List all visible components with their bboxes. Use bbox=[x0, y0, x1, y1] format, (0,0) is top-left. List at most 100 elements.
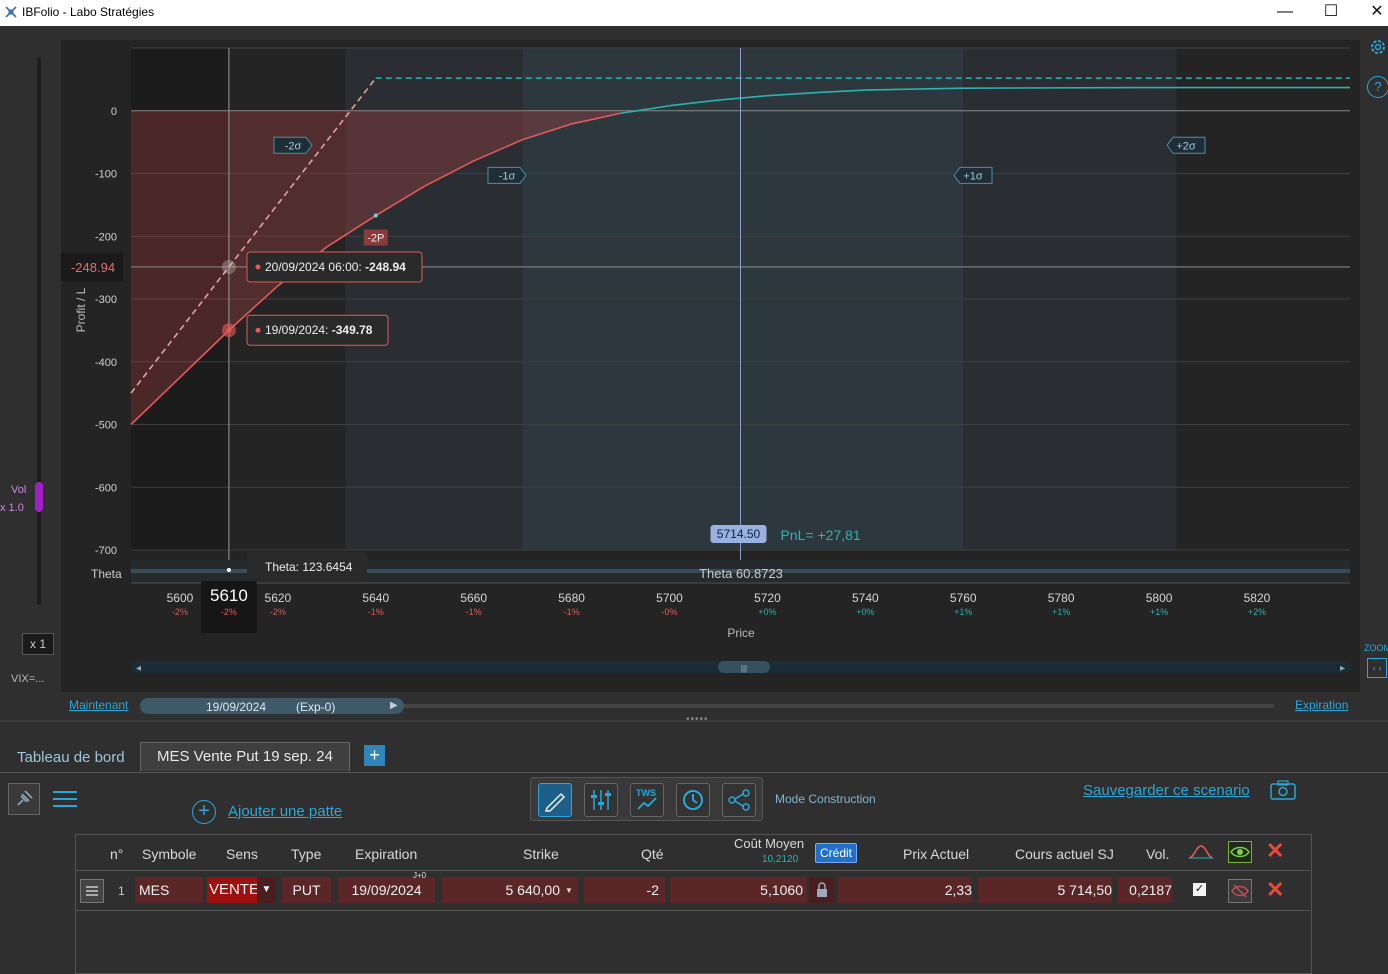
vol-label: Vol bbox=[11, 484, 27, 496]
minimize-button[interactable]: — bbox=[1262, 0, 1308, 26]
menu-icon bbox=[86, 886, 98, 896]
camera-icon[interactable] bbox=[1270, 780, 1296, 800]
col-qty: Qté bbox=[641, 846, 664, 862]
side-dropdown-icon[interactable]: ▼ bbox=[257, 877, 276, 903]
history-button[interactable] bbox=[676, 783, 710, 817]
pnl-label: PnL= +27,81 bbox=[781, 527, 861, 543]
scroll-grip-icon: ||| bbox=[741, 664, 747, 673]
theta-label: Theta bbox=[91, 567, 122, 581]
sigma-label-text: +2σ bbox=[1176, 140, 1196, 152]
col-avg-cost: Coût Moyen bbox=[734, 836, 805, 851]
price-cell: 2,33 bbox=[838, 877, 972, 903]
type-cell[interactable]: PUT bbox=[282, 877, 331, 903]
credit-toggle[interactable]: Crédit bbox=[815, 843, 857, 863]
col-type: Type bbox=[291, 846, 322, 862]
vol-cell[interactable]: 0,2187 bbox=[1118, 877, 1172, 903]
payoff-chart[interactable]: 0 -100 -200 -300 -400 -500 -600 -700 -248.94 20/0… bbox=[61, 40, 1360, 692]
x-tick-pct: +0% bbox=[758, 607, 776, 617]
volatility-slider-track[interactable] bbox=[37, 57, 41, 605]
row-menu-button[interactable] bbox=[80, 879, 104, 903]
tab-dashboard[interactable]: Tableau de bord bbox=[1, 744, 141, 772]
hide-leg-button[interactable] bbox=[1228, 879, 1252, 903]
y-tick-label: -400 bbox=[95, 357, 117, 369]
add-leg-icon[interactable]: + bbox=[192, 800, 216, 824]
x-tick-pct: +1% bbox=[1052, 607, 1070, 617]
scale-button[interactable]: x 1 bbox=[22, 633, 54, 655]
row-checkbox[interactable]: ✓ bbox=[1193, 883, 1206, 896]
window-title: IBFolio - Labo Stratégies bbox=[22, 5, 155, 19]
lock-icon[interactable] bbox=[810, 877, 834, 903]
curve-icon[interactable] bbox=[1188, 842, 1214, 862]
history-icon bbox=[683, 790, 703, 810]
add-leg-link[interactable]: Ajouter une patte bbox=[228, 803, 342, 820]
add-tab-button[interactable]: + bbox=[364, 745, 385, 766]
construction-mode-button[interactable] bbox=[538, 783, 572, 817]
menu-icon[interactable] bbox=[52, 789, 78, 809]
x-axis-label: Price bbox=[727, 626, 755, 640]
expiration-link[interactable]: Expiration bbox=[1295, 698, 1348, 712]
y-tick-label: 0 bbox=[111, 106, 117, 118]
avg-cost-cell[interactable]: 5,1060 bbox=[670, 877, 807, 903]
symbol-cell[interactable]: MES bbox=[135, 877, 203, 903]
legs-grid bbox=[75, 834, 1312, 974]
x-tick-label: 5760 bbox=[950, 591, 977, 605]
sigma-label: -2σ bbox=[273, 136, 313, 154]
volatility-slider-thumb[interactable] bbox=[35, 482, 43, 512]
strike-dropdown-icon[interactable]: ▼ bbox=[565, 886, 573, 895]
sigma-label: +1σ bbox=[953, 166, 993, 184]
tooltip-expiration: 20/09/2024 06:00: -248.94 bbox=[246, 251, 423, 283]
h-scrollbar[interactable]: ◂ ▸ ||| bbox=[131, 661, 1351, 674]
x-tick-label: 5800 bbox=[1146, 591, 1173, 605]
x-tick-pct: -0% bbox=[662, 607, 678, 617]
expiration-cell[interactable]: 19/09/2024 bbox=[338, 877, 435, 903]
x-tick-pct: -2% bbox=[270, 607, 286, 617]
y-tick-label: -500 bbox=[95, 420, 117, 432]
tooltip-expiration-text: 20/09/2024 06:00: -248.94 bbox=[265, 260, 406, 274]
strike-cell[interactable]: 5 640,00 bbox=[442, 877, 578, 903]
x-tick-pct: -2% bbox=[172, 607, 188, 617]
grid-header-divider bbox=[76, 870, 1310, 871]
show-all-button[interactable] bbox=[1228, 841, 1252, 863]
splitter-grip-icon[interactable]: ••••• bbox=[686, 714, 709, 725]
sigma-label-text: +1σ bbox=[963, 170, 983, 182]
strike-marker-label: -2P bbox=[367, 233, 384, 245]
now-link[interactable]: Maintenant bbox=[69, 698, 128, 712]
save-scenario-link[interactable]: Sauvegarder ce scenario bbox=[1083, 782, 1250, 799]
x-tick-pct: -1% bbox=[564, 607, 580, 617]
tooltip-now-text: 19/09/2024: -349.78 bbox=[265, 323, 373, 337]
share-button[interactable] bbox=[722, 783, 756, 817]
tooltip-now: 19/09/2024: -349.78 bbox=[246, 314, 389, 346]
col-expiration: Expiration bbox=[355, 846, 418, 862]
scroll-left-icon: ◂ bbox=[136, 663, 141, 674]
tws-label: TWS bbox=[636, 788, 656, 798]
col-strike: Strike bbox=[523, 846, 559, 862]
sigma-label: +2σ bbox=[1166, 136, 1206, 154]
pin-icon bbox=[17, 790, 33, 806]
title-bar: IBFolio - Labo Stratégies — ☐ ✕ bbox=[0, 0, 1388, 26]
maximize-button[interactable]: ☐ bbox=[1308, 0, 1354, 26]
delete-all-icon[interactable]: ✕ bbox=[1266, 840, 1284, 862]
side-cell[interactable]: VENTE bbox=[207, 877, 259, 903]
delete-leg-icon[interactable]: ✕ bbox=[1266, 879, 1284, 901]
tws-icon: TWS bbox=[636, 788, 657, 810]
tws-button[interactable]: TWS bbox=[630, 783, 664, 817]
grid-row-divider bbox=[76, 910, 1310, 911]
eye-icon bbox=[1230, 846, 1250, 858]
pin-button[interactable] bbox=[8, 783, 40, 815]
x-tick-label: 5600 bbox=[167, 591, 194, 605]
x-tick-pct: -1% bbox=[466, 607, 482, 617]
help-icon[interactable]: ? bbox=[1367, 76, 1388, 98]
sigma-label-text: -1σ bbox=[499, 170, 516, 182]
tab-strategy[interactable]: MES Vente Put 19 sep. 24 bbox=[140, 742, 350, 771]
sigma-label: -1σ bbox=[487, 166, 527, 184]
gear-icon[interactable] bbox=[1369, 38, 1387, 56]
payoff-chart-svg[interactable]: 0 -100 -200 -300 -400 -500 -600 -700 -248.94 20/0… bbox=[61, 40, 1360, 692]
timeline-slider[interactable] bbox=[140, 698, 404, 714]
theta-value: Theta 60.8723 bbox=[699, 566, 783, 581]
qty-cell[interactable]: -2 bbox=[584, 877, 665, 903]
close-window-button[interactable]: ✕ bbox=[1354, 0, 1388, 26]
zoom-icon[interactable]: ‹ › bbox=[1367, 658, 1387, 678]
play-icon[interactable]: ▶ bbox=[390, 700, 398, 711]
adjust-button[interactable] bbox=[584, 783, 618, 817]
sliders-icon bbox=[591, 790, 611, 810]
